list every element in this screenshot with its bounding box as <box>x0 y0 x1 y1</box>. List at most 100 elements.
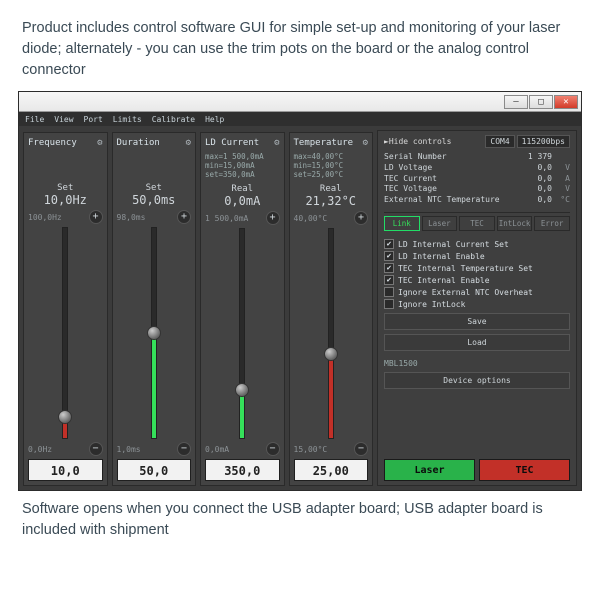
readout-value: 0,0 <box>538 174 552 185</box>
checkbox-icon: ✔ <box>384 275 394 285</box>
checkbox-label: TEC Internal Enable <box>398 276 490 285</box>
panel-title: Temperature <box>294 138 354 148</box>
range-min-label: 0,0Hz <box>28 445 52 454</box>
laser-button[interactable]: Laser <box>384 459 475 481</box>
status-tab-laser[interactable]: Laser <box>422 216 458 231</box>
checkbox-row[interactable]: Ignore External NTC Overheat <box>384 287 570 297</box>
device-options-button[interactable]: Device options <box>384 372 570 389</box>
gear-icon[interactable]: ⚙ <box>363 138 368 148</box>
decrement-button[interactable]: − <box>354 442 368 456</box>
increment-button[interactable]: + <box>354 211 368 225</box>
readout-row: TEC Current 0,0 A <box>384 174 570 185</box>
panel-mode: Real 21,32°C <box>294 184 369 208</box>
model-label: MBL1500 <box>384 359 570 368</box>
gear-icon[interactable]: ⚙ <box>274 138 279 148</box>
slider[interactable] <box>117 227 192 439</box>
menu-help[interactable]: Help <box>205 115 224 124</box>
readout-unit <box>556 152 570 163</box>
menu-file[interactable]: File <box>25 115 44 124</box>
panel-mode: Real 0,0mA <box>205 184 280 208</box>
checkbox-row[interactable]: ✔ TEC Internal Enable <box>384 275 570 285</box>
checkbox-row[interactable]: ✔ LD Internal Enable <box>384 251 570 261</box>
readout-row: Serial Number 1 379 <box>384 152 570 163</box>
status-tab-intlock[interactable]: IntLock <box>497 216 533 231</box>
menu-calibrate[interactable]: Calibrate <box>152 115 195 124</box>
maximize-button[interactable]: □ <box>529 95 553 109</box>
range-max-label: 100,0Hz <box>28 213 62 222</box>
readout-value: 0,0 <box>538 163 552 174</box>
range-min-label: 1,0ms <box>117 445 141 454</box>
value-input[interactable]: 50,0 <box>117 459 192 481</box>
panel-frequency: Frequency ⚙ Set 10,0Hz 100,0Hz + 0,0Hz −… <box>23 132 108 486</box>
checkbox-row[interactable]: ✔ LD Internal Current Set <box>384 239 570 249</box>
value-input[interactable]: 10,0 <box>28 459 103 481</box>
checkbox-label: LD Internal Enable <box>398 252 485 261</box>
panel-title: Duration <box>117 138 160 148</box>
minimize-button[interactable]: — <box>504 95 528 109</box>
range-max-label: 1 500,0mA <box>205 214 248 223</box>
increment-button[interactable]: + <box>266 211 280 225</box>
titlebar: — □ ✕ <box>19 92 581 112</box>
status-tab-link[interactable]: Link <box>384 216 420 231</box>
checkbox-label: TEC Internal Temperature Set <box>398 264 533 273</box>
panel-limits: max=40,00°C min=15,00°C set=25,00°C <box>294 152 369 179</box>
tec-button[interactable]: TEC <box>479 459 570 481</box>
readout-value: 0,0 <box>538 184 552 195</box>
readout-unit: V <box>556 163 570 174</box>
readout-key: Serial Number <box>384 152 447 163</box>
status-tabs: LinkLaserTECIntLockError <box>384 212 570 231</box>
panel-title: Frequency <box>28 138 77 148</box>
decrement-button[interactable]: − <box>266 442 280 456</box>
status-tab-tec[interactable]: TEC <box>459 216 495 231</box>
menu-port[interactable]: Port <box>84 115 103 124</box>
main-area: Frequency ⚙ Set 10,0Hz 100,0Hz + 0,0Hz −… <box>19 126 581 490</box>
panel-mode: Set 50,0ms <box>117 183 192 207</box>
panel-title: LD Current <box>205 138 259 148</box>
range-max-label: 98,0ms <box>117 213 146 222</box>
checkbox-icon: ✔ <box>384 251 394 261</box>
checkbox-label: Ignore IntLock <box>398 300 465 309</box>
checkbox-label: Ignore External NTC Overheat <box>398 288 533 297</box>
readout-key: LD Voltage <box>384 163 432 174</box>
status-tab-error[interactable]: Error <box>534 216 570 231</box>
save-button[interactable]: Save <box>384 313 570 330</box>
checkbox-group: ✔ LD Internal Current Set ✔ LD Internal … <box>384 239 570 309</box>
close-button[interactable]: ✕ <box>554 95 578 109</box>
checkbox-icon <box>384 299 394 309</box>
caption-top: Product includes control software GUI fo… <box>0 0 600 91</box>
readout-unit: A <box>556 174 570 185</box>
gear-icon[interactable]: ⚙ <box>186 138 191 148</box>
readout-key: TEC Current <box>384 174 437 185</box>
baud-select[interactable]: 115200bps <box>517 135 570 148</box>
checkbox-row[interactable]: ✔ TEC Internal Temperature Set <box>384 263 570 273</box>
readout-value: 1 379 <box>528 152 552 163</box>
value-input[interactable]: 350,0 <box>205 459 280 481</box>
panels-container: Frequency ⚙ Set 10,0Hz 100,0Hz + 0,0Hz −… <box>23 130 373 486</box>
checkbox-row[interactable]: Ignore IntLock <box>384 299 570 309</box>
slider[interactable] <box>205 228 280 439</box>
checkbox-icon: ✔ <box>384 263 394 273</box>
decrement-button[interactable]: − <box>177 442 191 456</box>
readout-key: TEC Voltage <box>384 184 437 195</box>
increment-button[interactable]: + <box>89 210 103 224</box>
value-input[interactable]: 25,00 <box>294 459 369 481</box>
increment-button[interactable]: + <box>177 210 191 224</box>
range-min-label: 15,00°C <box>294 445 328 454</box>
slider[interactable] <box>28 227 103 439</box>
gear-icon[interactable]: ⚙ <box>97 138 102 148</box>
readout-unit: °C <box>556 195 570 206</box>
menu-view[interactable]: View <box>54 115 73 124</box>
checkbox-label: LD Internal Current Set <box>398 240 509 249</box>
decrement-button[interactable]: − <box>89 442 103 456</box>
port-select[interactable]: COM4 <box>485 135 514 148</box>
hide-controls-toggle[interactable]: ►Hide controls <box>384 137 451 146</box>
readout-row: External NTC Temperature 0,0 °C <box>384 195 570 206</box>
menu-limits[interactable]: Limits <box>113 115 142 124</box>
caption-bottom: Software opens when you connect the USB … <box>0 491 600 557</box>
checkbox-icon <box>384 287 394 297</box>
slider[interactable] <box>294 228 369 439</box>
load-button[interactable]: Load <box>384 334 570 351</box>
readout-row: LD Voltage 0,0 V <box>384 163 570 174</box>
range-min-label: 0,0mA <box>205 445 229 454</box>
readout-value: 0,0 <box>538 195 552 206</box>
